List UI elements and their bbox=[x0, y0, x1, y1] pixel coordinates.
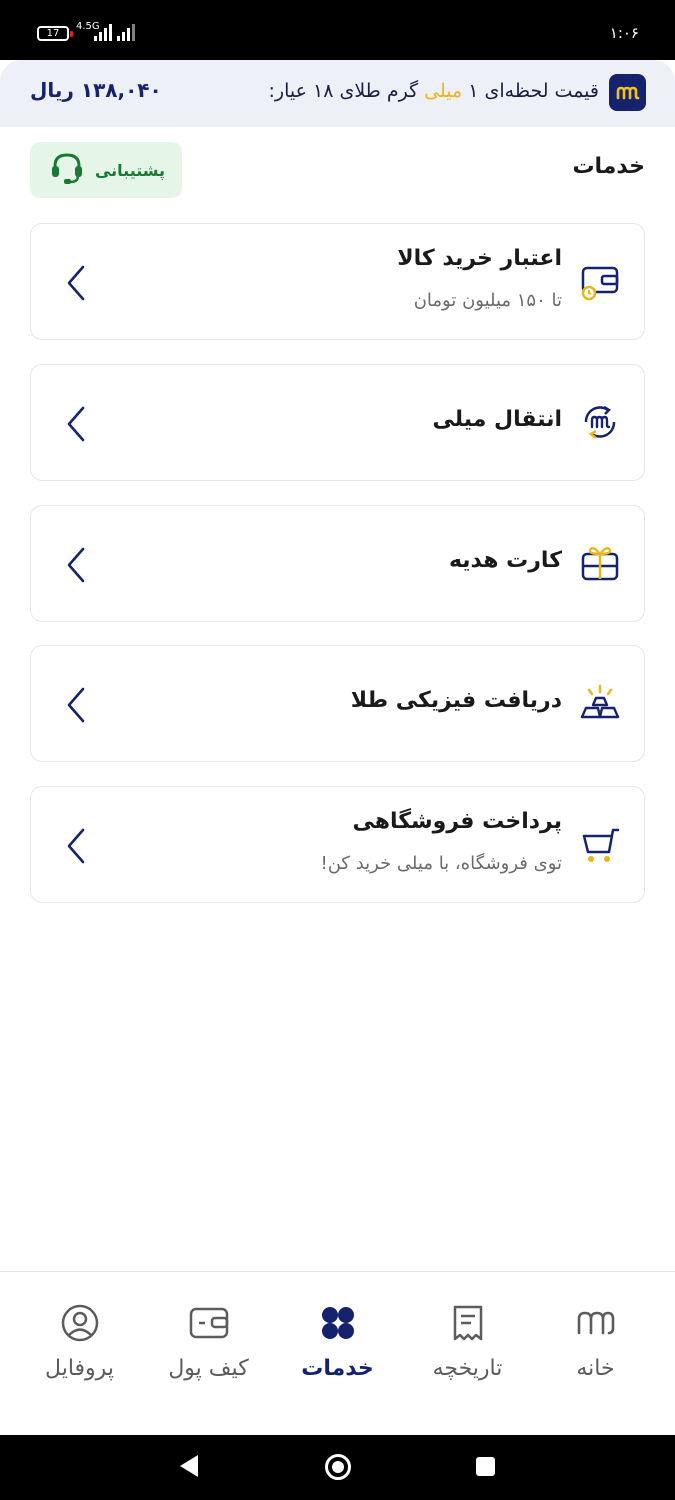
service-card-gift[interactable]: کارت هدیه bbox=[30, 505, 645, 622]
service-subtitle: تا ۱۵۰ میلیون تومان bbox=[413, 290, 562, 311]
page-title: خدمات bbox=[572, 154, 645, 179]
headset-icon bbox=[47, 148, 87, 192]
price-label-prefix: قیمت لحظه‌ای ۱ bbox=[462, 80, 599, 102]
chevron-left-icon bbox=[64, 405, 88, 443]
credit-wallet-icon bbox=[578, 259, 622, 303]
gold-bars-icon bbox=[578, 681, 622, 725]
chevron-left-icon bbox=[64, 827, 88, 865]
mili-logo-icon bbox=[609, 74, 646, 111]
price-label: قیمت لحظه‌ای ۱ میلی گرم طلای ۱۸ عیار: bbox=[269, 80, 599, 102]
nav-history[interactable]: تاریخچه bbox=[400, 1272, 535, 1436]
android-navigation-bar bbox=[0, 1435, 675, 1500]
price-value: ۱۳۸,۰۴۰ ریال bbox=[30, 78, 162, 102]
recents-icon[interactable] bbox=[476, 1457, 495, 1476]
service-title: کارت هدیه bbox=[448, 548, 562, 573]
status-bar: 17 4.5G ۱:۰۶ bbox=[0, 0, 675, 60]
nav-home[interactable]: خانه bbox=[528, 1272, 663, 1436]
service-card-physical-gold[interactable]: دریافت فیزیکی طلا bbox=[30, 645, 645, 762]
chevron-left-icon bbox=[64, 264, 88, 302]
service-card-store-payment[interactable]: پرداخت فروشگاهی توی فروشگاه، با میلی خری… bbox=[30, 786, 645, 903]
nav-services[interactable]: خدمات bbox=[270, 1272, 405, 1436]
nav-label: تاریخچه bbox=[432, 1356, 503, 1381]
support-label: پشتیبانی bbox=[94, 160, 166, 180]
service-card-transfer[interactable]: انتقال میلی bbox=[30, 364, 645, 481]
history-receipt-icon bbox=[447, 1302, 489, 1344]
transfer-mili-icon bbox=[578, 400, 622, 444]
gift-card-icon bbox=[578, 541, 622, 585]
service-title: اعتبار خرید کالا bbox=[397, 246, 562, 271]
back-icon[interactable] bbox=[180, 1455, 198, 1477]
profile-icon bbox=[59, 1302, 101, 1344]
nav-label: کیف پول bbox=[168, 1356, 249, 1381]
wallet-icon bbox=[188, 1302, 230, 1344]
nav-profile[interactable]: پروفایل bbox=[12, 1272, 147, 1436]
battery-tip bbox=[70, 31, 73, 37]
nav-label: خدمات bbox=[301, 1356, 374, 1381]
service-card-credit[interactable]: اعتبار خرید کالا تا ۱۵۰ میلیون تومان bbox=[30, 223, 645, 340]
signal-icon-2 bbox=[117, 24, 139, 41]
nav-label: پروفایل bbox=[45, 1356, 114, 1381]
gold-price-banner: قیمت لحظه‌ای ۱ میلی گرم طلای ۱۸ عیار: ۱۳… bbox=[0, 60, 675, 127]
nav-label: خانه bbox=[576, 1356, 615, 1381]
shopping-cart-icon bbox=[578, 822, 622, 866]
services-grid-icon bbox=[317, 1302, 359, 1344]
chevron-left-icon bbox=[64, 546, 88, 584]
nav-wallet[interactable]: کیف پول bbox=[141, 1272, 276, 1436]
battery-icon: 17 bbox=[37, 26, 69, 41]
price-label-suffix: گرم طلای ۱۸ عیار: bbox=[268, 80, 425, 102]
service-subtitle: توی فروشگاه، با میلی خرید کن! bbox=[320, 853, 562, 874]
home-mili-icon bbox=[575, 1302, 617, 1344]
signal-icon bbox=[94, 24, 116, 41]
support-button[interactable]: پشتیبانی bbox=[30, 142, 182, 198]
service-title: پرداخت فروشگاهی bbox=[352, 809, 562, 834]
price-label-highlight: میلی bbox=[424, 80, 463, 102]
home-button-icon[interactable] bbox=[325, 1454, 351, 1480]
status-time: ۱:۰۶ bbox=[609, 24, 639, 42]
service-title: دریافت فیزیکی طلا bbox=[350, 688, 562, 713]
service-title: انتقال میلی bbox=[432, 407, 562, 432]
bottom-navigation: پروفایل کیف پول خدمات تاریخچه خانه bbox=[0, 1271, 675, 1435]
chevron-left-icon bbox=[64, 686, 88, 724]
